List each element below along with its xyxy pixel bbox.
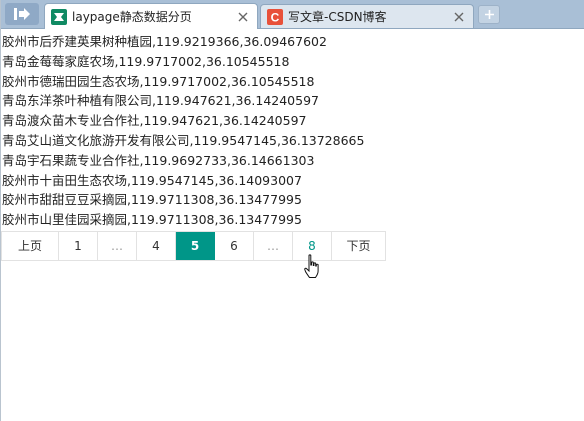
tab-title: laypage静态数据分页 [72, 10, 192, 24]
list-item: 胶州市山里佳园采摘园,119.9711308,36.13477995 [2, 212, 302, 228]
sidebar-toggle-icon [14, 8, 30, 20]
page-ellipsis: … [254, 232, 293, 260]
tab-laypage[interactable]: laypage静态数据分页 [44, 3, 258, 29]
list-item: 青岛金莓莓家庭农场,119.9717002,36.10545518 [2, 53, 290, 69]
list-item: 青岛宇石果蔬专业合作社,119.9692733,36.14661303 [2, 152, 315, 168]
list-item: 青岛艾山道文化旅游开发有限公司,119.9547145,36.13728665 [2, 132, 365, 148]
layui-favicon-icon [51, 8, 67, 25]
svg-text:C: C [271, 10, 280, 24]
hand-cursor-icon [304, 254, 319, 278]
page-button-1[interactable]: 1 [59, 232, 98, 260]
list-item: 胶州市后乔建英果树种植园,119.9219366,36.09467602 [2, 34, 327, 49]
list-item: 胶州市十亩田生态农场,119.9547145,36.14093007 [2, 172, 302, 188]
close-tab-icon[interactable] [451, 9, 467, 25]
page-content: 胶州市后乔建英果树种植园,119.9219366,36.09467602 青岛金莓… [1, 30, 584, 261]
csdn-favicon-icon: C [267, 8, 283, 25]
next-page-button[interactable]: 下页 [332, 232, 385, 260]
pagination: 上页 1… 4 5 6… 8 下页 [1, 231, 386, 261]
list-item: 青岛渡众苗木专业合作社,119.947621,36.14240597 [2, 113, 307, 129]
list-item: 胶州市甜甜豆豆采摘园,119.9711308,36.13477995 [2, 192, 302, 208]
plus-icon [484, 10, 494, 19]
list-item: 胶州市德瑞田园生态农场,119.9717002,36.10545518 [2, 73, 315, 89]
sidebar-toggle-button[interactable] [5, 3, 39, 25]
tab-title: 写文章-CSDN博客 [288, 10, 387, 24]
prev-page-button[interactable]: 上页 [2, 232, 59, 260]
new-tab-button[interactable] [478, 5, 500, 24]
list-item: 青岛东洋茶叶种植有限公司,119.947621,36.14240597 [2, 93, 319, 109]
tab-csdn[interactable]: C 写文章-CSDN博客 [260, 4, 474, 28]
page-button-6[interactable]: 6 [215, 232, 254, 260]
page-current: 5 [176, 232, 215, 260]
close-tab-icon[interactable] [235, 9, 251, 25]
browser-window: laypage静态数据分页 C 写文章-CSDN博客 胶州市后乔建英果树种植园,… [0, 0, 584, 421]
record-list: 胶州市后乔建英果树种植园,119.9219366,36.09467602 青岛金莓… [1, 30, 584, 230]
page-button-4[interactable]: 4 [137, 232, 176, 260]
page-ellipsis: … [98, 232, 137, 260]
tab-bar: laypage静态数据分页 C 写文章-CSDN博客 [1, 0, 584, 29]
